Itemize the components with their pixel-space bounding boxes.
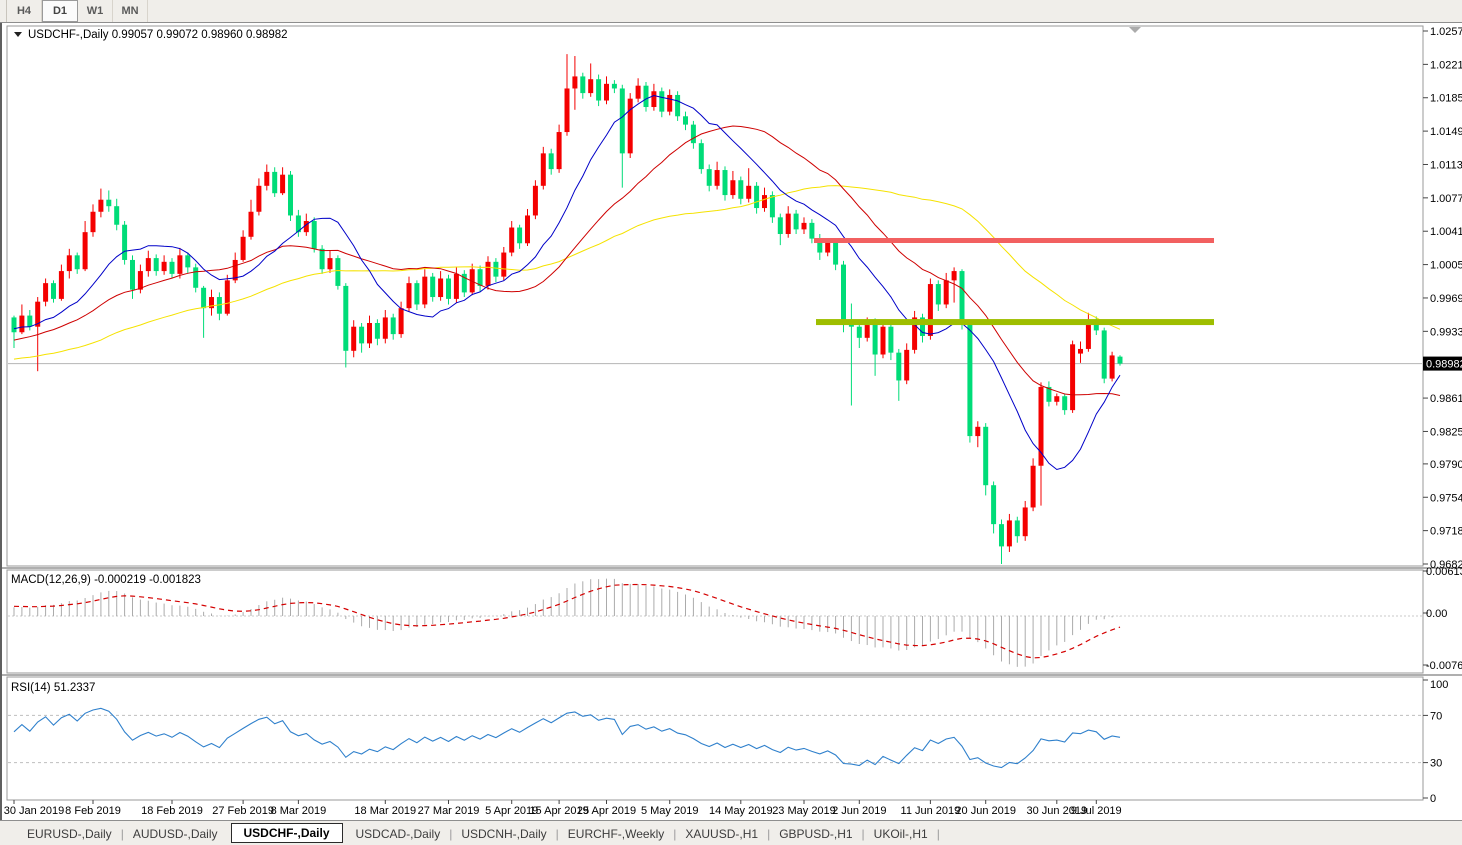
price-chart[interactable]: 1.02570 1.02210 1.01850 1.01490 1.01130 1.007… xyxy=(2,23,1462,820)
svg-text:27 Mar 2019: 27 Mar 2019 xyxy=(418,805,480,817)
price-axis: 1.02570 1.02210 1.01850 1.01490 1.01130 1.007… xyxy=(1423,26,1462,571)
timeframe-w1-button[interactable]: W1 xyxy=(78,0,113,22)
svg-text:27 Feb 2019: 27 Feb 2019 xyxy=(212,805,274,817)
svg-text:RSI(14) 51.2337: RSI(14) 51.2337 xyxy=(11,682,95,694)
svg-text:USDCHF-,Daily 0.99057 0.99072: USDCHF-,Daily 0.99057 0.99072 0.98960 0.… xyxy=(28,29,288,41)
svg-text:100: 100 xyxy=(1430,679,1448,691)
svg-text:0.97900: 0.97900 xyxy=(1430,459,1462,471)
svg-text:0.97180: 0.97180 xyxy=(1430,526,1462,538)
svg-text:0.98250: 0.98250 xyxy=(1430,426,1462,438)
chart-tab-eurchf-weekly[interactable]: EURCHF-,Weekly xyxy=(555,824,677,844)
svg-text:0.99690: 0.99690 xyxy=(1430,293,1462,305)
timeframe-mn-button[interactable]: MN xyxy=(113,0,148,22)
svg-text:1.00050: 1.00050 xyxy=(1430,260,1462,272)
rsi-axis: 100 70 30 0 xyxy=(1423,679,1448,805)
chart-tab-gbpusd-h1[interactable]: GBPUSD-,H1 xyxy=(766,824,865,844)
panel-frames xyxy=(2,25,1462,801)
svg-text:18 Feb 2019: 18 Feb 2019 xyxy=(141,805,203,817)
rsi-label: RSI(14) 51.2337 xyxy=(11,682,95,694)
resistance-line[interactable] xyxy=(814,237,1214,243)
svg-text:2 Jun 2019: 2 Jun 2019 xyxy=(832,805,886,817)
svg-text:11 Jun 2019: 11 Jun 2019 xyxy=(901,805,961,817)
svg-text:MACD(12,26,9) -0.000219 -0.001: MACD(12,26,9) -0.000219 -0.001823 xyxy=(11,574,201,586)
chart-tab-usdcnh-daily[interactable]: USDCNH-,Daily xyxy=(448,824,559,844)
svg-text:23 May 2019: 23 May 2019 xyxy=(772,805,836,817)
svg-text:1.02570: 1.02570 xyxy=(1430,26,1462,38)
timeframe-toolbar: H4 D1 W1 MN xyxy=(0,0,1462,23)
svg-text:1.02210: 1.02210 xyxy=(1430,59,1462,71)
chart-window[interactable]: 1.02570 1.02210 1.01850 1.01490 1.01130 1.007… xyxy=(0,23,1462,820)
chart-tabs-bar: EURUSD-,Daily | AUDUSD-,Daily USDCHF-,Daily… xyxy=(0,820,1462,845)
chart-tab-usdcad-daily[interactable]: USDCAD-,Daily xyxy=(343,824,454,844)
chart-tab-usdchf-daily[interactable]: USDCHF-,Daily xyxy=(230,823,343,843)
macd-label: MACD(12,26,9) -0.000219 -0.001823 xyxy=(11,574,201,586)
svg-text:8 Mar 2019: 8 Mar 2019 xyxy=(271,805,327,817)
svg-text:0.99330: 0.99330 xyxy=(1430,326,1462,338)
timeframe-h4-button[interactable]: H4 xyxy=(7,0,42,22)
support-line[interactable] xyxy=(816,319,1214,326)
svg-text:70: 70 xyxy=(1430,710,1442,722)
current-price-tag: 0.98982 xyxy=(1423,356,1462,371)
svg-text:1.00410: 1.00410 xyxy=(1430,226,1462,238)
svg-text:20 Jun 2019: 20 Jun 2019 xyxy=(955,805,1016,817)
svg-text:0.97540: 0.97540 xyxy=(1430,492,1462,504)
toolbar-left-gap xyxy=(0,0,7,22)
svg-text:9 Jul 2019: 9 Jul 2019 xyxy=(1071,805,1122,817)
chart-tab-eurusd-daily[interactable]: EURUSD-,Daily xyxy=(14,824,125,844)
svg-text:30 Jan 2019: 30 Jan 2019 xyxy=(4,805,65,817)
macd-axis: 0.00613 0.00 -0.00761 xyxy=(1423,566,1462,672)
svg-text:25 Apr 2019: 25 Apr 2019 xyxy=(577,805,636,817)
svg-text:8 Feb 2019: 8 Feb 2019 xyxy=(65,805,121,817)
svg-text:0.00613: 0.00613 xyxy=(1426,566,1462,578)
tab-separator: | xyxy=(936,826,940,841)
chart-tab-xauusd-h1[interactable]: XAUUSD-,H1 xyxy=(672,824,771,844)
svg-text:0: 0 xyxy=(1430,793,1436,805)
date-axis: 30 Jan 2019 8 Feb 2019 18 Feb 2019 27 Feb 2… xyxy=(4,800,1122,817)
svg-text:0.98610: 0.98610 xyxy=(1430,393,1462,405)
svg-text:30: 30 xyxy=(1430,758,1442,770)
chart-tab-ukoil-h1[interactable]: UKOil-,H1 xyxy=(861,824,941,844)
svg-text:0.98982: 0.98982 xyxy=(1426,359,1462,371)
svg-text:14 May 2019: 14 May 2019 xyxy=(709,805,773,817)
svg-text:1.01490: 1.01490 xyxy=(1430,126,1462,138)
svg-text:1.00770: 1.00770 xyxy=(1430,193,1462,205)
svg-text:1.01130: 1.01130 xyxy=(1430,159,1462,171)
svg-text:18 Mar 2019: 18 Mar 2019 xyxy=(354,805,416,817)
svg-text:-0.00761: -0.00761 xyxy=(1426,660,1462,672)
chart-title: USDCHF-,Daily 0.99057 0.99072 0.98960 0.… xyxy=(14,29,288,41)
svg-text:1.01850: 1.01850 xyxy=(1430,93,1462,105)
svg-text:5 May 2019: 5 May 2019 xyxy=(641,805,698,817)
timeframe-d1-button[interactable]: D1 xyxy=(42,0,78,22)
svg-text:0.00: 0.00 xyxy=(1426,608,1447,620)
chart-tab-audusd-daily[interactable]: AUDUSD-,Daily xyxy=(120,824,231,844)
